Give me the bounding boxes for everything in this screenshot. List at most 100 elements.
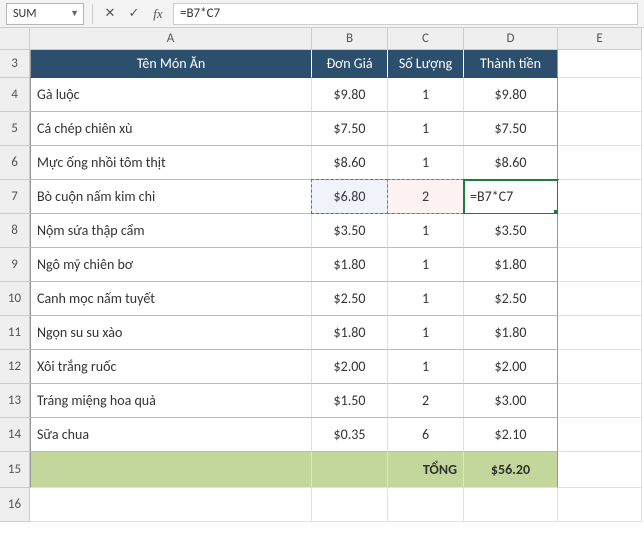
row-header-6[interactable]: 6	[0, 146, 30, 180]
cell-a6[interactable]: Mực ống nhồi tôm thịt	[30, 146, 312, 180]
cell-e8[interactable]	[558, 214, 642, 248]
row-header-3[interactable]: 3	[0, 50, 30, 78]
cell-d8[interactable]: $3.50	[464, 214, 558, 248]
cell-e5[interactable]	[558, 112, 642, 146]
cell-c11[interactable]: 1	[388, 316, 464, 350]
col-header-c[interactable]: C	[388, 28, 464, 50]
cell-e7[interactable]	[558, 180, 642, 214]
cell-e10[interactable]	[558, 282, 642, 316]
cell-d12[interactable]: $2.00	[464, 350, 558, 384]
cell-d6[interactable]: $8.60	[464, 146, 558, 180]
cell-b16[interactable]	[312, 488, 388, 522]
row-header-12[interactable]: 12	[0, 350, 30, 384]
cell-d11[interactable]: $1.80	[464, 316, 558, 350]
col-header-e[interactable]: E	[558, 28, 642, 50]
total-value[interactable]: $56.20	[464, 452, 558, 488]
formula-input[interactable]: =B7*C7	[173, 3, 638, 25]
cell-c8[interactable]: 1	[388, 214, 464, 248]
cell-e9[interactable]	[558, 248, 642, 282]
cell-a7[interactable]: Bò cuộn nấm kim chi	[30, 180, 312, 214]
cell-b6[interactable]: $8.60	[312, 146, 388, 180]
cell-b5[interactable]: $7.50	[312, 112, 388, 146]
cell-c5[interactable]: 1	[388, 112, 464, 146]
cell-d9[interactable]: $1.80	[464, 248, 558, 282]
cell-a9[interactable]: Ngô mỹ chiên bơ	[30, 248, 312, 282]
row-header-16[interactable]: 16	[0, 488, 30, 522]
cell-d5[interactable]: $7.50	[464, 112, 558, 146]
fx-button[interactable]: fx	[147, 3, 169, 25]
cell-c6[interactable]: 1	[388, 146, 464, 180]
col-header-b[interactable]: B	[312, 28, 388, 50]
cell-b4[interactable]: $9.80	[312, 78, 388, 112]
cell-b14[interactable]: $0.35	[312, 418, 388, 452]
cell-c10[interactable]: 1	[388, 282, 464, 316]
cell-e6[interactable]	[558, 146, 642, 180]
cell-e16[interactable]	[558, 488, 642, 522]
cell-a15[interactable]	[30, 452, 312, 488]
row-header-7[interactable]: 7	[0, 180, 30, 214]
cell-b9[interactable]: $1.80	[312, 248, 388, 282]
cell-b8[interactable]: $3.50	[312, 214, 388, 248]
cell-a11[interactable]: Ngọn su su xào	[30, 316, 312, 350]
select-all-corner[interactable]	[0, 28, 30, 50]
header-name[interactable]: Tên Món Ăn	[30, 50, 312, 78]
cell-c9[interactable]: 1	[388, 248, 464, 282]
total-label[interactable]: TỔNG	[388, 452, 464, 488]
row-header-8[interactable]: 8	[0, 214, 30, 248]
confirm-button[interactable]: ✓	[123, 3, 145, 25]
row-header-11[interactable]: 11	[0, 316, 30, 350]
row-headers: 345678910111213141516	[0, 50, 30, 522]
header-total[interactable]: Thành tiền	[464, 50, 558, 78]
cell-e14[interactable]	[558, 418, 642, 452]
col-header-a[interactable]: A	[30, 28, 312, 50]
row-header-9[interactable]: 9	[0, 248, 30, 282]
row-header-4[interactable]: 4	[0, 78, 30, 112]
cell-a4[interactable]: Gà luộc	[30, 78, 312, 112]
cell-e11[interactable]	[558, 316, 642, 350]
cell-e15[interactable]	[558, 452, 642, 488]
row-header-14[interactable]: 14	[0, 418, 30, 452]
row-header-5[interactable]: 5	[0, 112, 30, 146]
cell-b15[interactable]	[312, 452, 388, 488]
cell-b7[interactable]: $6.80	[312, 180, 388, 214]
cell-d13[interactable]: $3.00	[464, 384, 558, 418]
cell-a10[interactable]: Canh mọc nấm tuyết	[30, 282, 312, 316]
cell-d7[interactable]: =B7*C7	[464, 180, 558, 214]
header-qty[interactable]: Số Lượng	[388, 50, 464, 78]
cell-e12[interactable]	[558, 350, 642, 384]
chevron-down-icon[interactable]: ▼	[70, 8, 79, 19]
row-header-13[interactable]: 13	[0, 384, 30, 418]
cell-b13[interactable]: $1.50	[312, 384, 388, 418]
row-header-10[interactable]: 10	[0, 282, 30, 316]
cell-c14[interactable]: 6	[388, 418, 464, 452]
cell-d10[interactable]: $2.50	[464, 282, 558, 316]
cell-c12[interactable]: 1	[388, 350, 464, 384]
formula-buttons: ✕ ✓ fx	[95, 3, 173, 25]
cell-a5[interactable]: Cá chép chiên xù	[30, 112, 312, 146]
row-header-15[interactable]: 15	[0, 452, 30, 488]
cell-a16[interactable]	[30, 488, 312, 522]
cell-c13[interactable]: 2	[388, 384, 464, 418]
cell-e3[interactable]	[558, 50, 642, 78]
cell-d16[interactable]	[464, 488, 558, 522]
cell-c4[interactable]: 1	[388, 78, 464, 112]
cell-b12[interactable]: $2.00	[312, 350, 388, 384]
cell-a8[interactable]: Nộm sứa thập cẩm	[30, 214, 312, 248]
cell-c7[interactable]: 2	[388, 180, 464, 214]
cell-b10[interactable]: $2.50	[312, 282, 388, 316]
name-box[interactable]: SUM ▼	[6, 3, 84, 25]
cell-e13[interactable]	[558, 384, 642, 418]
cell-c16[interactable]	[388, 488, 464, 522]
cell-e4[interactable]	[558, 78, 642, 112]
col-header-d[interactable]: D	[464, 28, 558, 50]
divider	[92, 4, 93, 24]
cell-b11[interactable]: $1.80	[312, 316, 388, 350]
cell-a13[interactable]: Tráng miệng hoa quả	[30, 384, 312, 418]
header-price[interactable]: Đơn Giá	[312, 50, 388, 78]
name-box-value: SUM	[13, 7, 36, 21]
cell-a12[interactable]: Xôi trắng ruốc	[30, 350, 312, 384]
cancel-button[interactable]: ✕	[99, 3, 121, 25]
cell-d14[interactable]: $2.10	[464, 418, 558, 452]
cell-d4[interactable]: $9.80	[464, 78, 558, 112]
cell-a14[interactable]: Sữa chua	[30, 418, 312, 452]
